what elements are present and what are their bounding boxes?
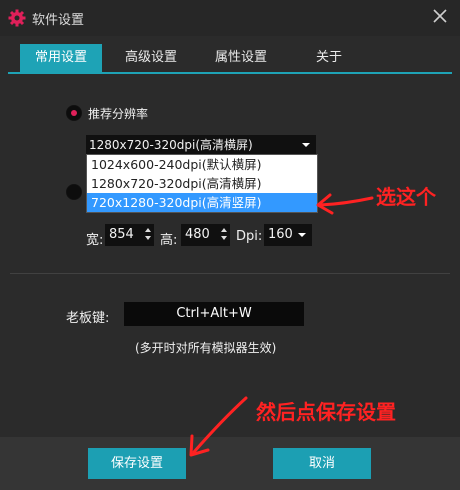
annotation-choose-this: 选这个 (376, 185, 436, 209)
annotation-then-save: 然后点保存设置 (256, 400, 396, 424)
